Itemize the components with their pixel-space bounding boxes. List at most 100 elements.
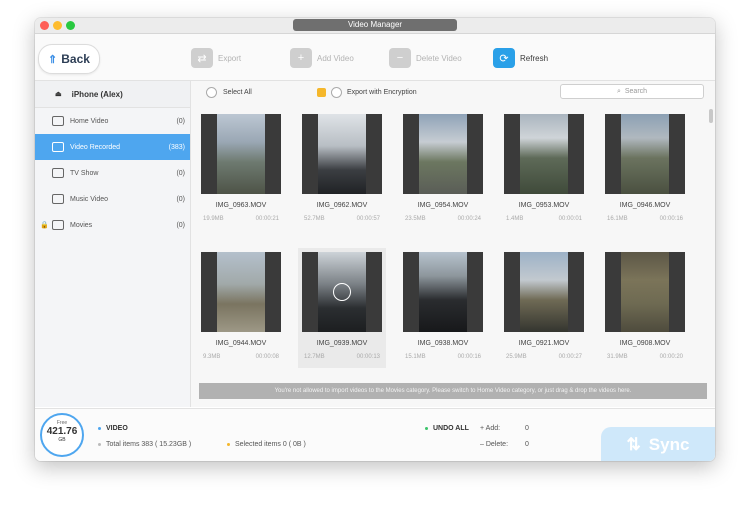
window-title: Video Manager (293, 19, 457, 31)
sidebar-item-label: Video Recorded (70, 143, 121, 151)
video-tile[interactable]: IMG_0963.MOV 19.9MB 00:00:21 (197, 114, 285, 222)
play-icon[interactable] (333, 283, 351, 301)
import-notice-banner: You're not allowed to import videos to t… (199, 383, 707, 399)
music-video-icon (52, 194, 64, 204)
refresh-label: Refresh (520, 53, 549, 63)
sidebar-item-tv-show[interactable]: TV Show (0) (35, 160, 190, 186)
video-name: IMG_0938.MOV (417, 340, 469, 347)
status-footer: Free 421.76 GB VIDEO Total items 383 ( 1… (35, 408, 715, 461)
total-dot-icon (98, 443, 101, 446)
video-tile[interactable]: IMG_0938.MOV 15.1MB 00:00:16 (399, 252, 487, 360)
search-input[interactable]: ⌕ Search (560, 84, 704, 99)
checkbox-icon (331, 87, 342, 98)
video-size: 12.7MB (304, 354, 325, 360)
sidebar-item-count: (0) (176, 117, 185, 125)
sidebar-item-count: (0) (176, 169, 185, 177)
video-tile[interactable]: IMG_0908.MOV 31.9MB 00:00:20 (601, 252, 689, 360)
add-count-value: 0 (525, 425, 529, 432)
device-name: iPhone (Alex) (71, 89, 123, 99)
video-thumbnail (302, 114, 382, 194)
selected-items-text: Selected items 0 ( 0B ) (235, 441, 306, 448)
maximize-window-button[interactable] (66, 21, 75, 30)
add-video-icon: + (290, 48, 312, 68)
video-tile[interactable]: IMG_0946.MOV 16.1MB 00:00:16 (601, 114, 689, 222)
video-thumbnail (201, 252, 281, 332)
video-tile[interactable]: IMG_0954.MOV 23.5MB 00:00:24 (399, 114, 487, 222)
device-header[interactable]: ⏏ iPhone (Alex) (35, 81, 190, 108)
video-name: IMG_0939.MOV (316, 340, 368, 347)
selected-dot-icon (227, 443, 230, 446)
tv-icon (52, 168, 64, 178)
video-thumbnail (504, 114, 584, 194)
eject-icon[interactable]: ⏏ (55, 90, 62, 98)
delete-video-icon: − (389, 48, 411, 68)
sidebar-item-movies[interactable]: 🔒 Movies (0) (35, 212, 190, 238)
video-tile[interactable]: IMG_0944.MOV 9.3MB 00:00:08 (197, 252, 285, 360)
section-label: VIDEO (98, 425, 128, 432)
free-space-gauge: Free 421.76 GB (40, 413, 84, 457)
undo-all-label: UNDO ALL (433, 425, 469, 432)
sync-button[interactable]: ⇅ Sync (601, 427, 715, 461)
video-grid-panel: Select All Export with Encryption ⌕ Sear… (191, 81, 715, 407)
sync-icon: ⇅ (626, 434, 641, 454)
undo-all-button[interactable]: UNDO ALL (425, 425, 469, 432)
total-items: Total items 383 ( 15.23GB ) (98, 441, 191, 448)
video-size: 1.4MB (506, 216, 524, 222)
video-duration: 00:00:21 (255, 216, 279, 222)
video-name: IMG_0946.MOV (619, 202, 671, 209)
close-window-button[interactable] (40, 21, 49, 30)
back-button[interactable]: ⇑ Back (38, 44, 100, 74)
sidebar-item-label: Home Video (70, 117, 109, 125)
export-encryption-label: Export with Encryption (347, 89, 417, 96)
video-duration: 00:00:08 (255, 354, 279, 360)
video-name: IMG_0963.MOV (215, 202, 267, 209)
video-thumbnail (302, 252, 382, 332)
export-button[interactable]: ⇄ Export (191, 48, 241, 68)
sidebar-item-count: (0) (176, 221, 185, 229)
undo-dot-icon (425, 427, 428, 430)
video-size: 25.9MB (506, 354, 527, 360)
video-size: 52.7MB (304, 216, 325, 222)
title-bar: Video Manager (35, 18, 715, 34)
export-icon: ⇄ (191, 48, 213, 68)
sidebar-item-music-video[interactable]: Music Video (0) (35, 186, 190, 212)
search-placeholder: Search (624, 88, 648, 95)
back-label: Back (61, 52, 90, 66)
sidebar-item-video-recorded[interactable]: Video Recorded (383) (35, 134, 190, 160)
video-duration: 00:00:01 (558, 216, 582, 222)
delete-video-label: Delete Video (416, 53, 462, 63)
video-tile[interactable]: IMG_0953.MOV 1.4MB 00:00:01 (500, 114, 588, 222)
sync-label: Sync (648, 434, 690, 454)
sidebar-item-home-video[interactable]: Home Video (0) (35, 108, 190, 134)
video-name: IMG_0953.MOV (518, 202, 570, 209)
add-video-button[interactable]: + Add Video (290, 48, 354, 68)
select-all-checkbox[interactable]: Select All (206, 87, 252, 98)
refresh-button[interactable]: ⟳ Refresh (493, 48, 548, 68)
video-size: 15.1MB (405, 354, 426, 360)
back-arrow-icon: ⇑ (48, 53, 58, 66)
minimize-window-button[interactable] (53, 21, 62, 30)
video-size: 9.3MB (203, 354, 221, 360)
home-video-icon (52, 116, 64, 126)
video-duration: 00:00:27 (558, 354, 582, 360)
lock-icon: 🔒 (40, 222, 49, 229)
video-name: IMG_0954.MOV (417, 202, 469, 209)
video-tile[interactable]: IMG_0921.MOV 25.9MB 00:00:27 (500, 252, 588, 360)
sidebar-item-label: Music Video (70, 195, 109, 203)
sidebar: ⏏ iPhone (Alex) Home Video (0) Video Rec… (35, 81, 191, 407)
video-duration: 00:00:13 (356, 354, 380, 360)
export-encryption-checkbox[interactable]: Export with Encryption (317, 87, 417, 98)
video-name: IMG_0908.MOV (619, 340, 671, 347)
movies-icon (52, 220, 64, 230)
filter-bar: Select All Export with Encryption ⌕ Sear… (191, 81, 715, 103)
video-thumbnail (504, 252, 584, 332)
delete-video-button[interactable]: − Delete Video (389, 48, 462, 68)
sidebar-item-count: (383) (168, 143, 185, 151)
video-size: 31.9MB (607, 354, 628, 360)
video-thumbnail (403, 252, 483, 332)
video-tile[interactable]: IMG_0962.MOV 52.7MB 00:00:57 (298, 114, 386, 222)
video-tile-hovered[interactable]: IMG_0939.MOV 12.7MB 00:00:13 (298, 248, 386, 368)
video-thumbnail (605, 252, 685, 332)
scrollbar[interactable] (709, 109, 713, 123)
add-video-label: Add Video (317, 53, 354, 63)
